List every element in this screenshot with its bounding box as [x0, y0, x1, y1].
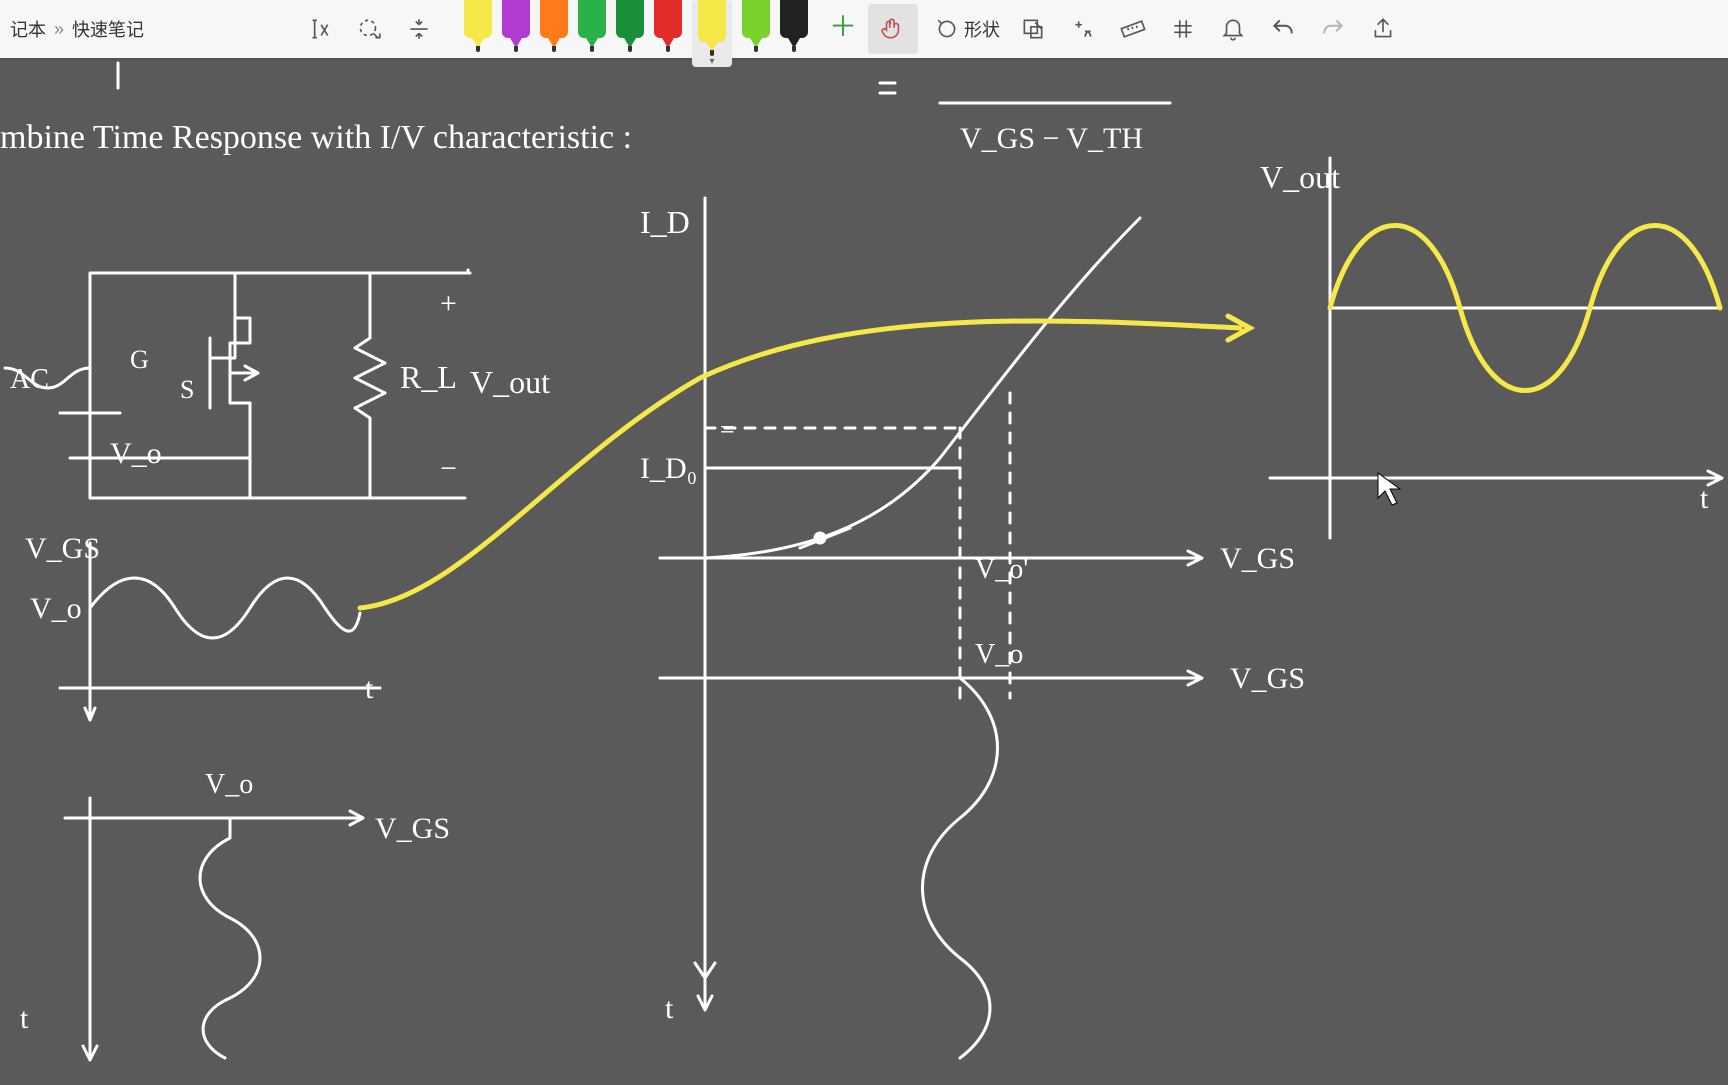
finger-icon [880, 16, 906, 42]
breadcrumb[interactable]: 记本 » 快速笔记 [0, 16, 154, 42]
svg-text:G: G [130, 345, 149, 374]
insert-space-tool[interactable] [394, 4, 444, 54]
breadcrumb-page[interactable]: 快速笔记 [72, 16, 144, 42]
svg-text:V_GS: V_GS [1230, 662, 1305, 695]
undo-icon [1270, 16, 1296, 42]
svg-text:V_GS: V_GS [25, 532, 100, 565]
svg-text:AC: AC [10, 364, 49, 395]
svg-text:V_o: V_o [205, 769, 253, 800]
link-button[interactable] [1008, 4, 1058, 54]
svg-text:V_GS − V_TH: V_GS − V_TH [960, 122, 1143, 155]
bell-icon [1220, 16, 1246, 42]
svg-text:V_GS: V_GS [375, 812, 450, 845]
chevron-down-icon: ▾ [710, 56, 715, 67]
pen-green-2[interactable] [616, 0, 644, 38]
pen-black[interactable] [780, 0, 808, 38]
notifications-button[interactable] [1208, 4, 1258, 54]
svg-text:V_o: V_o [975, 639, 1023, 670]
svg-text:−: − [440, 452, 457, 485]
svg-text:V_o: V_o [110, 437, 162, 470]
grid-button[interactable] [1158, 4, 1208, 54]
handwritten-text: mbine Time Response with I/V characteris… [0, 119, 1709, 1035]
note-canvas[interactable]: mbine Time Response with I/V characteris… [0, 58, 1728, 1080]
pen-yellow-selected[interactable]: ▾ [692, 0, 732, 67]
ruler-icon [1120, 16, 1146, 42]
pen-purple[interactable] [502, 0, 530, 38]
pen-red[interactable] [654, 0, 682, 38]
svg-text:t: t [1700, 482, 1709, 515]
pen-palette: ▾ ＋ [464, 0, 868, 58]
pen-yellow-1[interactable] [464, 0, 492, 38]
pen-green-1[interactable] [578, 0, 606, 38]
svg-text:V_out: V_out [470, 364, 550, 400]
undo-button[interactable] [1258, 4, 1308, 54]
svg-text:+: + [440, 287, 457, 320]
lasso-icon [356, 16, 382, 42]
replace-icon [1070, 16, 1096, 42]
svg-text:V_out: V_out [1260, 159, 1340, 195]
split-icon [406, 16, 432, 42]
top-toolbar: 记本 » 快速笔记 ▾ ＋ 形状 [0, 0, 1728, 58]
svg-text:V_o: V_o [30, 592, 82, 625]
pen-orange[interactable] [540, 0, 568, 38]
handwriting-layer: mbine Time Response with I/V characteris… [0, 58, 1728, 1080]
redo-button[interactable] [1308, 4, 1358, 54]
share-icon [1370, 16, 1396, 42]
svg-text:S: S [180, 375, 194, 404]
text-cursor-tool[interactable] [294, 4, 344, 54]
svg-text:mbine Time Response with: mbine Time Response with I/V characteris… [0, 119, 632, 156]
svg-text:t: t [20, 1002, 29, 1035]
add-pen-button[interactable]: ＋ [818, 0, 868, 50]
shape-icon [934, 16, 960, 42]
pen-lime[interactable] [742, 0, 770, 38]
link-icon [1020, 16, 1046, 42]
svg-text:t: t [665, 992, 674, 1025]
svg-text:V_GS: V_GS [1220, 542, 1295, 575]
svg-text:=: = [720, 415, 735, 444]
replace-text-button[interactable] [1058, 4, 1108, 54]
svg-text:I_D: I_D [640, 204, 690, 240]
grid-icon [1170, 16, 1196, 42]
svg-text:t: t [365, 672, 374, 705]
redo-icon [1320, 16, 1346, 42]
text-cursor-icon [306, 16, 332, 42]
svg-text:V_o': V_o' [975, 554, 1028, 585]
lasso-tool[interactable] [344, 4, 394, 54]
breadcrumb-notebook[interactable]: 记本 [10, 16, 46, 42]
touch-draw-toggle[interactable] [868, 4, 918, 54]
svg-text:R_L: R_L [400, 359, 457, 395]
share-button[interactable] [1358, 4, 1408, 54]
breadcrumb-sep: » [54, 19, 64, 40]
ruler-button[interactable] [1108, 4, 1158, 54]
svg-text:I_D₀: I_D₀ [640, 452, 697, 485]
shapes-button[interactable]: 形状 [926, 4, 1008, 54]
shapes-label: 形状 [964, 16, 1000, 42]
